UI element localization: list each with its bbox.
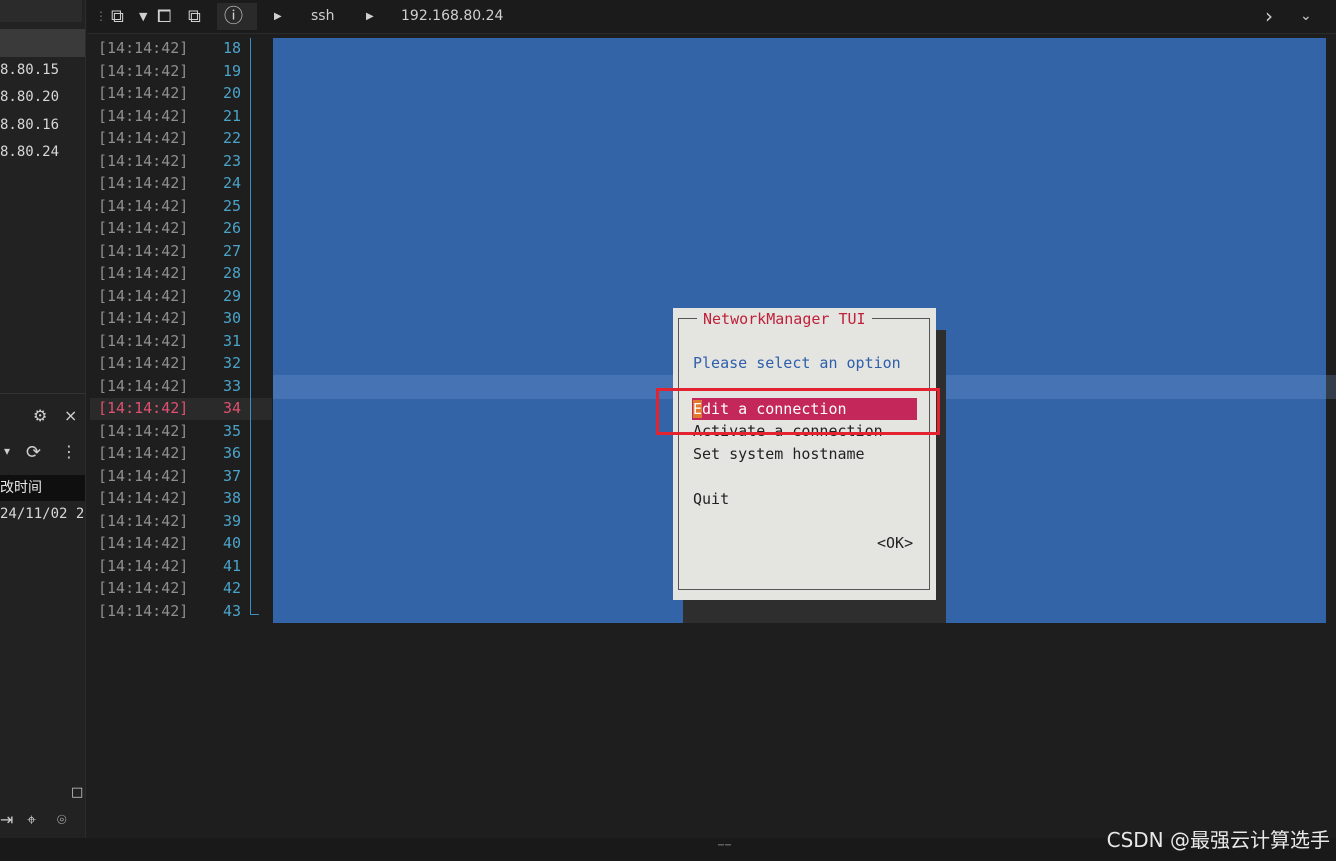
option-quit[interactable]: Quit (692, 488, 917, 510)
log-timestamp: [14:14:42] (98, 39, 189, 57)
log-timestamp: [14:14:42] (98, 106, 189, 125)
login-icon[interactable]: ⇥ (0, 810, 13, 829)
log-line-number: 42 (222, 579, 241, 597)
sidebar-host-item[interactable]: 8.80.15 (0, 62, 59, 78)
session-sidebar: 8.80.15 8.80.20 8.80.16 8.80.24 ⚙ × ▾ ⟳ … (0, 0, 86, 861)
annotation-highlight-box (656, 388, 940, 435)
log-timestamp: [14:14:42] (98, 534, 189, 552)
log-timestamp: [14:14:42] (98, 399, 189, 417)
log-line-number: 21 (222, 106, 241, 125)
sidebar-host-item[interactable]: 8.80.24 (0, 144, 59, 160)
refresh-icon[interactable]: ⟳ (26, 442, 41, 463)
log-line-number: 18 (222, 39, 241, 57)
log-line-number: 30 (222, 309, 241, 327)
log-timestamp: [14:14:42] (98, 129, 189, 147)
log-line-number: 41 (222, 556, 241, 575)
log-timestamp: [14:14:42] (98, 489, 189, 507)
log-timestamp: [14:14:42] (98, 241, 189, 260)
log-timestamp: [14:14:42] (98, 219, 189, 237)
log-line-number: 35 (222, 421, 241, 440)
log-line-number: 31 (222, 331, 241, 350)
log-line-number: 29 (222, 286, 241, 305)
dialog-title-box: NetworkManager TUI (697, 308, 872, 330)
log-timestamp: [14:14:42] (98, 61, 189, 80)
chevron-right-icon[interactable]: › (1265, 0, 1273, 33)
terminal-toolbar: ⋮ ⧉ ▼ ⧠ ⧉ ⓘ ▶ ssh ▶ 192.168.80.24 › ⌄ (87, 0, 1336, 34)
log-timestamp: [14:14:42] (98, 601, 189, 620)
log-timestamp: [14:14:42] (98, 331, 189, 350)
breadcrumb-arrow-icon: ▶ (366, 11, 374, 22)
sidebar-selected-row[interactable] (0, 29, 85, 57)
log-timestamp: [14:14:42] (98, 466, 189, 485)
ok-button[interactable]: <OK> (877, 534, 913, 552)
nmtui-dialog: NetworkManager TUI Please select an opti… (673, 308, 936, 600)
log-line-number: 26 (222, 219, 241, 237)
log-timestamp: [14:14:42] (98, 309, 189, 327)
breadcrumb-arrow-icon: ▶ (274, 11, 282, 22)
location-pin-icon[interactable]: ⌖ (27, 810, 36, 830)
log-line-number: 24 (222, 174, 241, 192)
dialog-title: NetworkManager TUI (703, 310, 866, 328)
sidebar-host-item[interactable]: 8.80.16 (0, 117, 59, 133)
log-line-number: 36 (222, 444, 241, 462)
log-line-number: 23 (222, 151, 241, 170)
watermark: CSDN @最强云计算选手 (1106, 828, 1330, 852)
breadcrumb-host[interactable]: 192.168.80.24 (401, 0, 503, 33)
dropdown-icon[interactable]: ▾ (4, 444, 10, 458)
log-line-number: 39 (222, 511, 241, 530)
log-line-number: 40 (222, 534, 241, 552)
log-line-number: 32 (222, 354, 241, 372)
detach-tab-icon[interactable]: ⧠ (157, 0, 171, 33)
log-timestamp: [14:14:42] (98, 174, 189, 192)
log-line-number: 28 (222, 264, 241, 282)
table-column-header[interactable]: 改时间 (0, 475, 85, 501)
maximize-icon[interactable]: □ (71, 785, 83, 800)
log-timestamp: [14:14:42] (98, 556, 189, 575)
log-line-number: 43 (222, 601, 241, 620)
duplicate-tab-icon[interactable]: ⧉ (188, 0, 201, 33)
breadcrumb-session-type[interactable]: ssh (311, 0, 334, 33)
log-timestamp: [14:14:42] (98, 286, 189, 305)
option-set-hostname[interactable]: Set system hostname (692, 443, 917, 465)
resize-handle-icon[interactable]: ⋯⋯ (718, 840, 732, 851)
log-line-number: 34 (222, 399, 241, 417)
log-timestamp: [14:14:42] (98, 264, 189, 282)
chevron-down-icon[interactable]: ⌄ (1300, 0, 1312, 33)
new-tab-icon[interactable]: ⧉ (111, 0, 124, 33)
log-timestamp: [14:14:42] (98, 151, 189, 170)
more-icon[interactable]: ⋮ (61, 442, 77, 461)
log-timestamp: [14:14:42] (98, 421, 189, 440)
log-timestamp: [14:14:42] (98, 376, 189, 395)
log-line-number: 33 (222, 376, 241, 395)
log-timestamp: [14:14:42] (98, 196, 189, 215)
settings-icon[interactable]: ⚙ (33, 406, 47, 425)
log-line-number: 27 (222, 241, 241, 260)
log-timestamp: [14:14:42] (98, 354, 189, 372)
sidebar-host-item[interactable]: 8.80.20 (0, 89, 59, 105)
log-timestamp: [14:14:42] (98, 511, 189, 530)
dialog-prompt: Please select an option (693, 354, 901, 372)
log-timestamp: [14:14:42] (98, 84, 189, 102)
drag-handle-icon[interactable]: ⋮ (95, 0, 107, 33)
log-line-number: 37 (222, 466, 241, 485)
log-line-number: 22 (222, 129, 241, 147)
log-line-number: 25 (222, 196, 241, 215)
log-timestamp: [14:14:42] (98, 579, 189, 597)
info-icon[interactable]: ⓘ (224, 0, 243, 33)
map-pin-icon[interactable]: ⌾ (57, 810, 67, 830)
sidebar-search-bar[interactable] (0, 0, 82, 22)
table-cell-date: 24/11/02 2 (0, 506, 85, 522)
log-line-number: 38 (222, 489, 241, 507)
log-line-number: 20 (222, 84, 241, 102)
fold-guide (250, 38, 259, 615)
close-icon[interactable]: × (64, 406, 77, 425)
new-tab-dropdown-icon[interactable]: ▼ (139, 0, 147, 33)
log-timestamp: [14:14:42] (98, 444, 189, 462)
log-line-number: 19 (222, 61, 241, 80)
